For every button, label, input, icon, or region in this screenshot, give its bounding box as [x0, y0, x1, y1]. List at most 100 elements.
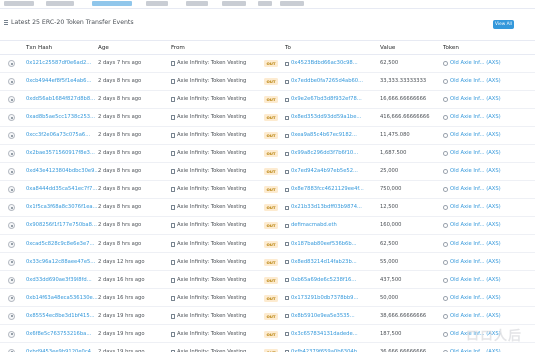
- view-details-icon[interactable]: [8, 186, 15, 194]
- to-link[interactable]: 0x7eddbe0fa7265d4ab60...: [291, 78, 363, 85]
- view-details-icon[interactable]: [8, 150, 15, 158]
- view-details-icon[interactable]: [8, 240, 15, 248]
- token-link[interactable]: Old Axie Inf... (AXS): [450, 114, 501, 121]
- view-all-button[interactable]: View All: [493, 20, 514, 29]
- txn-hash-link[interactable]: 0xa8444dd35ca541ec7f7...: [26, 186, 97, 193]
- value-text: 750,000: [380, 186, 402, 193]
- txn-hash-link[interactable]: 0x121c25587df0e6ad2...: [26, 60, 91, 67]
- token-link[interactable]: Old Axie Inf... (AXS): [450, 150, 501, 157]
- from-link[interactable]: Axie Infinity: Token Vesting: [177, 150, 246, 157]
- to-link[interactable]: 0x8b5910e9ea5e3535...: [291, 313, 355, 320]
- txn-hash-link[interactable]: 0xd33dd690ae3f39l8fd...: [26, 277, 92, 284]
- txn-hash-link[interactable]: 0x908256f1f177e750ba8...: [26, 222, 97, 229]
- view-details-icon[interactable]: [8, 276, 15, 284]
- txn-hash-link[interactable]: 0xdd56ab1684f827d8b8...: [26, 96, 95, 103]
- to-link[interactable]: 0x3c657834131dadede...: [291, 331, 358, 338]
- token-logo-icon: [443, 295, 448, 301]
- to-link[interactable]: 0x8ed353dd93dd59a1be...: [291, 114, 361, 121]
- to-link[interactable]: 0x7ed942a4b97eb5e52...: [291, 168, 358, 175]
- address-icon: [285, 332, 289, 337]
- txn-hash-link[interactable]: 0xcad5c828c9c8e6e3e7...: [26, 241, 94, 248]
- txn-hash-link[interactable]: 0xcb4944ef8f5f1e4ab6...: [26, 78, 91, 85]
- contract-icon: [171, 133, 175, 139]
- from-link[interactable]: Axie Infinity: Token Vesting: [177, 60, 246, 67]
- txn-hash-link[interactable]: 0xd43e4123804bdbc30e9...: [26, 168, 99, 175]
- from-link[interactable]: Axie Infinity: Token Vesting: [177, 313, 246, 320]
- view-details-icon[interactable]: [8, 60, 15, 67]
- token-link[interactable]: Old Axie Inf... (AXS): [450, 60, 501, 67]
- tab[interactable]: [280, 1, 304, 6]
- from-link[interactable]: Axie Infinity: Token Vesting: [177, 168, 246, 175]
- view-details-icon[interactable]: [8, 258, 15, 266]
- txn-hash-link[interactable]: 0xb14f63a48eca536130e...: [26, 295, 98, 302]
- tab[interactable]: [46, 1, 74, 6]
- view-details-icon[interactable]: [8, 168, 15, 176]
- to-link[interactable]: 0x4523Bdbd66ac30c98...: [291, 60, 358, 67]
- tab-token-transfers[interactable]: [92, 1, 132, 6]
- out-badge: OUT: [264, 330, 278, 338]
- to-link[interactable]: 0x99a8c296dd3f7b6f10...: [291, 150, 358, 157]
- to-link[interactable]: 0xb65a69de6c5238f16...: [291, 277, 356, 284]
- to-link[interactable]: 0x187bab80eef536b6b...: [291, 241, 357, 248]
- txn-hash-link[interactable]: 0x6f8e5c763753216ba...: [26, 331, 91, 338]
- tab[interactable]: [258, 1, 272, 6]
- from-link[interactable]: Axie Infinity: Token Vesting: [177, 295, 246, 302]
- view-details-icon[interactable]: [8, 96, 15, 104]
- view-details-icon[interactable]: [8, 132, 15, 140]
- to-link[interactable]: 0x8e7883fcc4621129ee4f...: [291, 186, 364, 193]
- from-link[interactable]: Axie Infinity: Token Vesting: [177, 114, 246, 121]
- to-cell: 0x99a8c296dd3f7b6f10...: [285, 150, 358, 157]
- token-link[interactable]: Old Axie Inf... (AXS): [450, 78, 501, 85]
- token-link[interactable]: Old Axie Inf... (AXS): [450, 186, 501, 193]
- tab[interactable]: [222, 1, 246, 6]
- token-link[interactable]: Old Axie Inf... (AXS): [450, 241, 501, 248]
- tab[interactable]: [4, 1, 34, 6]
- view-details-icon[interactable]: [8, 78, 15, 86]
- from-link[interactable]: Axie Infinity: Token Vesting: [177, 277, 246, 284]
- txn-hash-link[interactable]: 0x1f5ca3f68a8c3076f1ea...: [26, 204, 98, 211]
- from-link[interactable]: Axie Infinity: Token Vesting: [177, 222, 246, 229]
- token-link[interactable]: Old Axie Inf... (AXS): [450, 132, 501, 139]
- to-link[interactable]: 0x173291b0db7378bb9...: [291, 295, 358, 302]
- to-link[interactable]: 0x21b33d13bdff03b9874...: [291, 204, 362, 211]
- token-link[interactable]: Old Axie Inf... (AXS): [450, 96, 501, 103]
- view-details-icon[interactable]: [8, 222, 15, 230]
- txn-hash-link[interactable]: 0xcc3f2e06a73c075a6...: [26, 132, 90, 139]
- from-link[interactable]: Axie Infinity: Token Vesting: [177, 78, 246, 85]
- token-link[interactable]: Old Axie Inf... (AXS): [450, 313, 501, 320]
- txn-hash-link[interactable]: 0x2bae3571560917f8e3...: [26, 150, 95, 157]
- token-link[interactable]: Old Axie Inf... (AXS): [450, 204, 501, 211]
- to-link[interactable]: 0xea9a85c4b67ec9182...: [291, 132, 357, 139]
- txn-hash-link[interactable]: 0x33c96a12c88aee47e5...: [26, 259, 95, 266]
- from-cell: Axie Infinity: Token Vesting: [171, 114, 246, 121]
- from-link[interactable]: Axie Infinity: Token Vesting: [177, 96, 246, 103]
- tab[interactable]: [186, 1, 208, 6]
- token-link[interactable]: Old Axie Inf... (AXS): [450, 222, 501, 229]
- token-link[interactable]: Old Axie Inf... (AXS): [450, 168, 501, 175]
- token-link[interactable]: Old Axie Inf... (AXS): [450, 277, 501, 284]
- from-link[interactable]: Axie Infinity: Token Vesting: [177, 259, 246, 266]
- view-details-icon[interactable]: [8, 330, 15, 338]
- token-cell: Old Axie Inf... (AXS): [443, 313, 501, 320]
- from-link[interactable]: Axie Infinity: Token Vesting: [177, 241, 246, 248]
- view-details-icon[interactable]: [8, 294, 15, 302]
- from-link[interactable]: Axie Infinity: Token Vesting: [177, 132, 246, 139]
- token-link[interactable]: Old Axie Inf... (AXS): [450, 259, 501, 266]
- from-cell: Axie Infinity: Token Vesting: [171, 313, 246, 320]
- txn-hash-link[interactable]: 0xad8b5ae5cc1738c253...: [26, 114, 95, 121]
- from-link[interactable]: Axie Infinity: Token Vesting: [177, 186, 246, 193]
- from-link[interactable]: Axie Infinity: Token Vesting: [177, 331, 246, 338]
- from-link[interactable]: Axie Infinity: Token Vesting: [177, 204, 246, 211]
- tab[interactable]: [146, 1, 168, 6]
- token-link[interactable]: Old Axie Inf... (AXS): [450, 295, 501, 302]
- view-details-icon[interactable]: [8, 312, 15, 320]
- to-link[interactable]: 0x8ed83214d14fab23b...: [291, 259, 357, 266]
- value-text: 437,500: [380, 276, 402, 283]
- view-details-icon[interactable]: [8, 114, 15, 122]
- token-cell: Old Axie Inf... (AXS): [443, 204, 501, 211]
- to-link[interactable]: defimacmabd.eth: [291, 222, 337, 229]
- view-details-icon[interactable]: [8, 204, 15, 212]
- txn-hash-link[interactable]: 0x85554ec8be3d1bf415...: [26, 313, 95, 320]
- col-txn-hash: Txn Hash: [26, 45, 53, 51]
- to-link[interactable]: 0x9e2e67bd3d8f932ef78...: [291, 96, 362, 103]
